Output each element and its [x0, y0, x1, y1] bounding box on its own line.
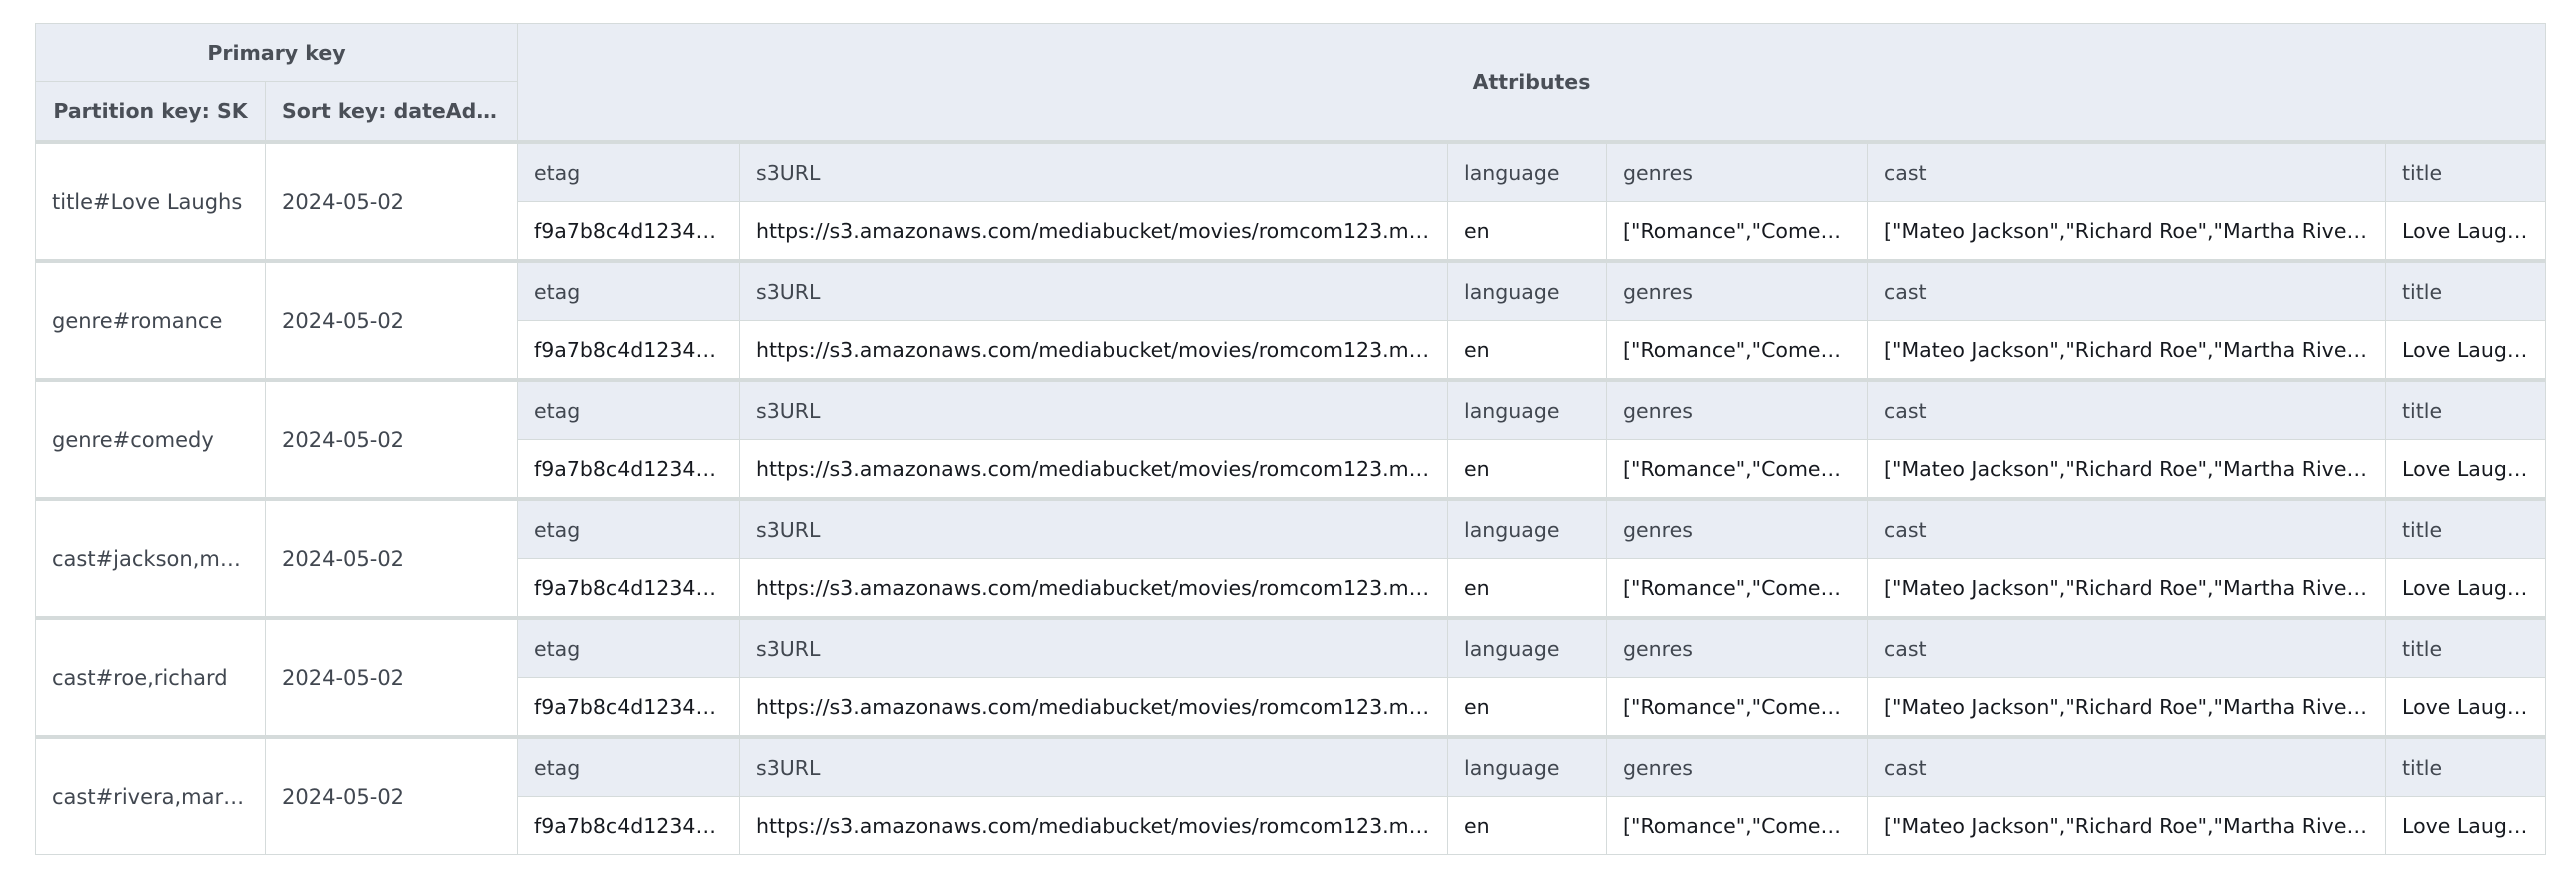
attribute-value-genres: ["Romance","Comedy"]: [1606, 439, 1869, 500]
items-body: title#Love Laughs 2024-05-02 etag s3URL lang…: [35, 140, 2547, 855]
attribute-name-genres: genres: [1606, 259, 1869, 321]
attribute-value-title: Love Laughs: [2385, 439, 2547, 500]
sort-key-value: 2024-05-02: [264, 735, 519, 855]
attribute-value-cast: ["Mateo Jackson","Richard Roe","Martha R…: [1867, 558, 2387, 619]
attribute-value-s3url: https://s3.amazonaws.com/mediabucket/mov…: [739, 677, 1449, 738]
attribute-name-s3url: s3URL: [739, 616, 1449, 678]
attribute-value-etag: f9a7b8c4d12345...: [517, 796, 741, 855]
attribute-value-language: en: [1447, 796, 1608, 855]
single-table-design: Primary key Attributes Partition key: SK…: [34, 23, 2547, 855]
attribute-name-language: language: [1447, 735, 1608, 797]
attribute-name-cast: cast: [1867, 616, 2387, 678]
sort-key-header: Sort key: dateAdded: [264, 81, 519, 143]
attribute-name-cast: cast: [1867, 140, 2387, 202]
partition-key-value: title#Love Laughs: [35, 140, 266, 262]
item-row: cast#roe,richard 2024-05-02 etag s3URL langu…: [35, 616, 2547, 738]
attribute-value-title: Love Laughs: [2385, 320, 2547, 381]
attribute-name-etag: etag: [517, 616, 741, 678]
attribute-name-s3url: s3URL: [739, 259, 1449, 321]
attribute-name-genres: genres: [1606, 735, 1869, 797]
attribute-value-genres: ["Romance","Comedy"]: [1606, 320, 1869, 381]
attribute-value-cast: ["Mateo Jackson","Richard Roe","Martha R…: [1867, 677, 2387, 738]
attribute-value-s3url: https://s3.amazonaws.com/mediabucket/mov…: [739, 320, 1449, 381]
attribute-name-genres: genres: [1606, 497, 1869, 559]
item-row: cast#rivera,martha 2024-05-02 etag s3URL lan…: [35, 735, 2547, 855]
attribute-name-language: language: [1447, 140, 1608, 202]
attribute-value-genres: ["Romance","Comedy"]: [1606, 201, 1869, 262]
attribute-name-title: title: [2385, 497, 2547, 559]
partition-key-value: cast#jackson,mateo: [35, 497, 266, 619]
attribute-value-cast: ["Mateo Jackson","Richard Roe","Martha R…: [1867, 320, 2387, 381]
sort-key-value: 2024-05-02: [264, 259, 519, 381]
attribute-value-s3url: https://s3.amazonaws.com/mediabucket/mov…: [739, 796, 1449, 855]
attribute-name-etag: etag: [517, 497, 741, 559]
attribute-value-language: en: [1447, 558, 1608, 619]
item-row: title#Love Laughs 2024-05-02 etag s3URL lang…: [35, 140, 2547, 262]
attribute-value-title: Love Laughs: [2385, 796, 2547, 855]
attribute-value-cast: ["Mateo Jackson","Richard Roe","Martha R…: [1867, 439, 2387, 500]
attribute-name-language: language: [1447, 259, 1608, 321]
attribute-name-cast: cast: [1867, 735, 2387, 797]
attribute-name-s3url: s3URL: [739, 378, 1449, 440]
attributes-header: Attributes: [517, 23, 2547, 143]
attribute-name-etag: etag: [517, 140, 741, 202]
attribute-name-language: language: [1447, 378, 1608, 440]
sort-key-value: 2024-05-02: [264, 378, 519, 500]
primary-key-header: Primary key: [34, 23, 519, 82]
sort-key-value: 2024-05-02: [264, 616, 519, 738]
attribute-value-cast: ["Mateo Jackson","Richard Roe","Martha R…: [1867, 201, 2387, 262]
attribute-name-title: title: [2385, 140, 2547, 202]
attribute-name-language: language: [1447, 616, 1608, 678]
attribute-value-language: en: [1447, 201, 1608, 262]
attribute-value-cast: ["Mateo Jackson","Richard Roe","Martha R…: [1867, 796, 2387, 855]
attribute-value-language: en: [1447, 677, 1608, 738]
partition-key-header: Partition key: SK: [35, 81, 266, 143]
attribute-name-genres: genres: [1606, 378, 1869, 440]
attribute-value-s3url: https://s3.amazonaws.com/mediabucket/mov…: [739, 201, 1449, 262]
attribute-name-language: language: [1447, 497, 1608, 559]
attribute-value-title: Love Laughs: [2385, 201, 2547, 262]
attribute-name-s3url: s3URL: [739, 140, 1449, 202]
attribute-name-cast: cast: [1867, 259, 2387, 321]
partition-key-value: cast#roe,richard: [35, 616, 266, 738]
attribute-value-language: en: [1447, 320, 1608, 381]
sort-key-value: 2024-05-02: [264, 140, 519, 262]
attribute-name-title: title: [2385, 259, 2547, 321]
attribute-value-s3url: https://s3.amazonaws.com/mediabucket/mov…: [739, 558, 1449, 619]
attribute-value-etag: f9a7b8c4d12345...: [517, 201, 741, 262]
sort-key-value: 2024-05-02: [264, 497, 519, 619]
item-row: genre#romance 2024-05-02 etag s3URL language…: [35, 259, 2547, 381]
attribute-value-title: Love Laughs: [2385, 677, 2547, 738]
attribute-value-etag: f9a7b8c4d12345...: [517, 320, 741, 381]
attribute-value-etag: f9a7b8c4d12345...: [517, 439, 741, 500]
partition-key-value: cast#rivera,martha: [35, 735, 266, 855]
attribute-value-genres: ["Romance","Comedy"]: [1606, 677, 1869, 738]
attribute-name-genres: genres: [1606, 140, 1869, 202]
attribute-value-s3url: https://s3.amazonaws.com/mediabucket/mov…: [739, 439, 1449, 500]
attribute-name-cast: cast: [1867, 497, 2387, 559]
attribute-value-etag: f9a7b8c4d12345...: [517, 677, 741, 738]
attribute-name-title: title: [2385, 735, 2547, 797]
attribute-value-genres: ["Romance","Comedy"]: [1606, 558, 1869, 619]
attribute-name-s3url: s3URL: [739, 735, 1449, 797]
partition-key-value: genre#romance: [35, 259, 266, 381]
attribute-value-etag: f9a7b8c4d12345...: [517, 558, 741, 619]
item-row: genre#comedy 2024-05-02 etag s3URL language g…: [35, 378, 2547, 500]
item-row: cast#jackson,mateo 2024-05-02 etag s3URL lan…: [35, 497, 2547, 619]
attribute-value-genres: ["Romance","Comedy"]: [1606, 796, 1869, 855]
attribute-name-s3url: s3URL: [739, 497, 1449, 559]
attribute-name-etag: etag: [517, 735, 741, 797]
partition-key-value: genre#comedy: [35, 378, 266, 500]
attribute-name-genres: genres: [1606, 616, 1869, 678]
attribute-value-title: Love Laughs: [2385, 558, 2547, 619]
attribute-name-title: title: [2385, 616, 2547, 678]
attribute-name-etag: etag: [517, 378, 741, 440]
attribute-name-cast: cast: [1867, 378, 2387, 440]
attribute-value-language: en: [1447, 439, 1608, 500]
attribute-name-etag: etag: [517, 259, 741, 321]
attribute-name-title: title: [2385, 378, 2547, 440]
